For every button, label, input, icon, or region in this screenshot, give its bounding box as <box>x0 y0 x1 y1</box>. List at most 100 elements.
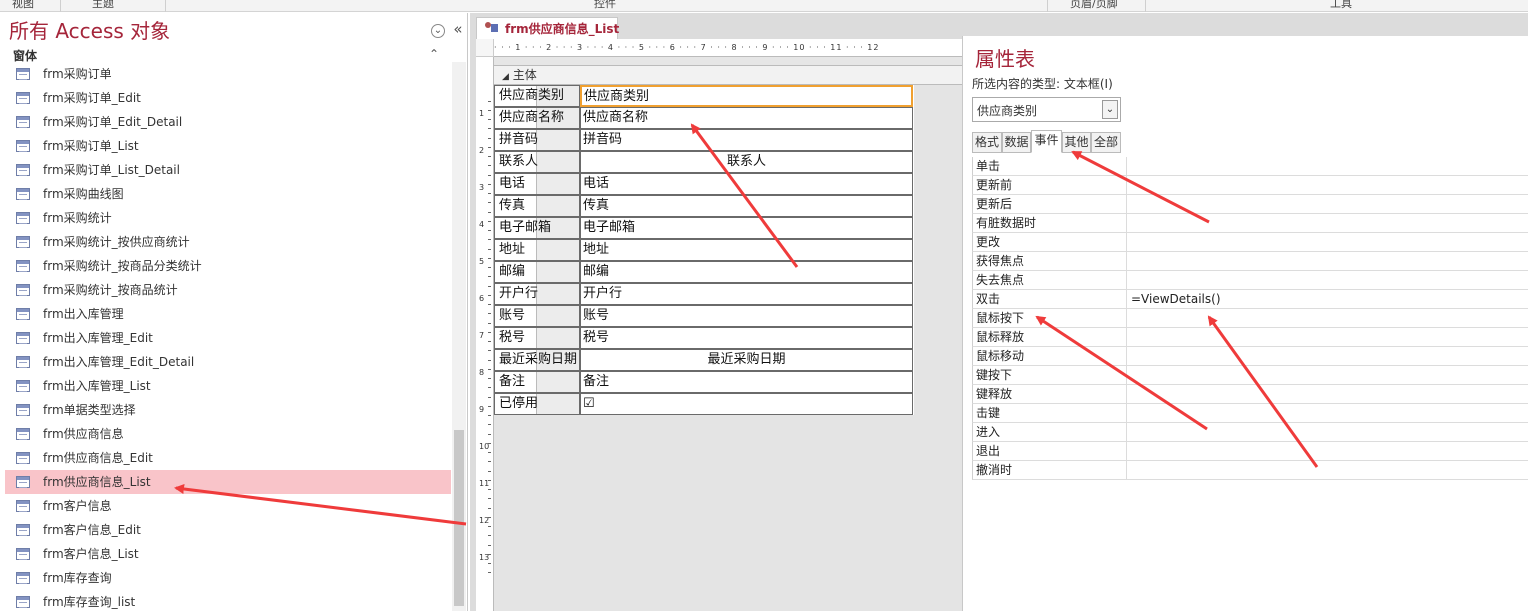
nav-scrollbar-thumb[interactable] <box>454 430 464 606</box>
form-icon <box>16 140 30 152</box>
nav-item[interactable]: frm采购订单 <box>5 62 451 86</box>
chevron-down-icon[interactable]: ⌄ <box>1102 100 1118 119</box>
field-label[interactable]: 邮编 <box>497 261 579 283</box>
nav-item[interactable]: frm出入库管理 <box>5 302 451 326</box>
nav-item-label: frm采购统计 <box>43 211 112 225</box>
textbox-control[interactable]: 供应商类别 <box>580 85 913 107</box>
tab-data[interactable]: 数据 <box>1002 132 1031 153</box>
nav-collapse-icon[interactable]: « <box>451 22 465 38</box>
textbox-control[interactable]: 税号 <box>580 327 913 349</box>
tab-format[interactable]: 格式 <box>972 132 1002 153</box>
tab-all[interactable]: 全部 <box>1091 132 1121 153</box>
nav-item[interactable]: frm采购订单_Edit <box>5 86 451 110</box>
form-icon <box>16 596 30 608</box>
property-row[interactable]: 键按下 <box>972 366 1528 385</box>
textbox-control[interactable]: 传真 <box>580 195 913 217</box>
section-collapse-icon[interactable]: ⌃ <box>428 47 440 61</box>
property-row[interactable]: 鼠标移动 <box>972 347 1528 366</box>
field-label[interactable]: 传真 <box>497 195 579 217</box>
property-name: 失去焦点 <box>976 273 1025 287</box>
property-row[interactable]: 鼠标按下 <box>972 309 1528 328</box>
nav-item[interactable]: frm供应商信息_Edit <box>5 446 451 470</box>
textbox-control[interactable]: 地址 <box>580 239 913 261</box>
nav-item[interactable]: frm采购订单_Edit_Detail <box>5 110 451 134</box>
nav-item[interactable]: frm采购曲线图 <box>5 182 451 206</box>
nav-item[interactable]: frm供应商信息 <box>5 422 451 446</box>
nav-scrollbar[interactable] <box>452 62 466 611</box>
document-tab[interactable]: frm供应商信息_List <box>476 17 619 39</box>
nav-item[interactable]: frm采购订单_List_Detail <box>5 158 451 182</box>
field-label[interactable]: 税号 <box>497 327 579 349</box>
field-label[interactable]: 电子邮箱 <box>497 217 579 239</box>
property-row[interactable]: 单击 <box>972 157 1528 176</box>
property-row[interactable]: 有脏数据时 <box>972 214 1528 233</box>
tab-other[interactable]: 其他 <box>1062 132 1091 153</box>
textbox-control[interactable]: 邮编 <box>580 261 913 283</box>
ruler-tick-label: 2 <box>479 146 485 155</box>
property-row[interactable]: 退出 <box>972 442 1528 461</box>
field-label[interactable]: 供应商名称 <box>497 107 579 129</box>
nav-item[interactable]: frm供应商信息_List <box>5 470 451 494</box>
property-row[interactable]: 撤消时 <box>972 461 1528 480</box>
property-row[interactable]: 获得焦点 <box>972 252 1528 271</box>
textbox-control[interactable]: 联系人 <box>580 151 913 173</box>
property-row[interactable]: 鼠标释放 <box>972 328 1528 347</box>
property-row[interactable]: 击键 <box>972 404 1528 423</box>
field-label[interactable]: 拼音码 <box>497 129 579 151</box>
field-label[interactable]: 电话 <box>497 173 579 195</box>
field-label[interactable]: 已停用 <box>497 393 579 415</box>
property-row[interactable]: 失去焦点 <box>972 271 1528 290</box>
field-label[interactable]: 备注 <box>497 371 579 393</box>
property-name: 键释放 <box>976 387 1013 401</box>
nav-item[interactable]: frm客户信息_List <box>5 542 451 566</box>
textbox-control[interactable]: 账号 <box>580 305 913 327</box>
field-label[interactable]: 联系人 <box>497 151 579 173</box>
ruler-corner[interactable] <box>476 39 494 57</box>
textbox-control[interactable]: 开户行 <box>580 283 913 305</box>
form-icon <box>16 476 30 488</box>
property-row[interactable]: 更新前 <box>972 176 1528 195</box>
field-label[interactable]: 账号 <box>497 305 579 327</box>
property-row[interactable]: 进入 <box>972 423 1528 442</box>
nav-item[interactable]: frm客户信息 <box>5 494 451 518</box>
nav-item[interactable]: frm出入库管理_List <box>5 374 451 398</box>
nav-dropdown-icon[interactable]: ⌄ <box>431 24 445 38</box>
property-row[interactable]: 键释放 <box>972 385 1528 404</box>
nav-item-label: frm客户信息_List <box>43 547 139 561</box>
textbox-control[interactable]: 备注 <box>580 371 913 393</box>
textbox-control[interactable]: 最近采购日期 <box>580 349 913 371</box>
textbox-control[interactable]: 供应商名称 <box>580 107 913 129</box>
nav-item[interactable]: frm库存查询 <box>5 566 451 590</box>
nav-item-label: frm采购统计_按商品统计 <box>43 283 178 297</box>
disabled-checkbox[interactable]: ☑ <box>580 393 913 415</box>
vertical-ruler[interactable]: 1 2 3 4 5 6 7 8 9 10 11 12 13 <box>476 57 494 611</box>
nav-item[interactable]: frm采购统计_按供应商统计 <box>5 230 451 254</box>
nav-item[interactable]: frm单据类型选择 <box>5 398 451 422</box>
nav-item[interactable]: frm库存查询_list <box>5 590 451 611</box>
field-label[interactable]: 最近采购日期 <box>497 349 579 371</box>
horizontal-ruler[interactable]: · · · 1 · · · 2 · · · 3 · · · 4 · · · 5 … <box>494 39 964 57</box>
nav-item[interactable]: frm出入库管理_Edit <box>5 326 451 350</box>
control-selector[interactable]: 供应商类别 ⌄ <box>972 97 1121 122</box>
nav-item[interactable]: frm采购统计_按商品统计 <box>5 278 451 302</box>
nav-item-label: frm采购订单_Edit <box>43 91 141 105</box>
tab-event[interactable]: 事件 <box>1031 130 1062 153</box>
property-row[interactable]: 更新后 <box>972 195 1528 214</box>
section-header-detail[interactable]: ◢ 主体 <box>494 65 964 85</box>
field-label[interactable]: 供应商类别 <box>497 85 579 107</box>
property-row[interactable]: 更改 <box>972 233 1528 252</box>
nav-item[interactable]: frm客户信息_Edit <box>5 518 451 542</box>
field-label[interactable]: 地址 <box>497 239 579 261</box>
ribbon-group-controls: 控件 <box>594 0 616 10</box>
textbox-control[interactable]: 拼音码 <box>580 129 913 151</box>
textbox-control[interactable]: 电子邮箱 <box>580 217 913 239</box>
nav-item[interactable]: frm采购统计_按商品分类统计 <box>5 254 451 278</box>
nav-item[interactable]: frm采购订单_List <box>5 134 451 158</box>
nav-item[interactable]: frm采购统计 <box>5 206 451 230</box>
property-value[interactable]: =ViewDetails() <box>1131 290 1221 308</box>
nav-pane-title[interactable]: 所有 Access 对象 <box>9 18 170 44</box>
property-row[interactable]: 双击 =ViewDetails() <box>972 290 1528 309</box>
nav-item[interactable]: frm出入库管理_Edit_Detail <box>5 350 451 374</box>
textbox-control[interactable]: 电话 <box>580 173 913 195</box>
field-label[interactable]: 开户行 <box>497 283 579 305</box>
